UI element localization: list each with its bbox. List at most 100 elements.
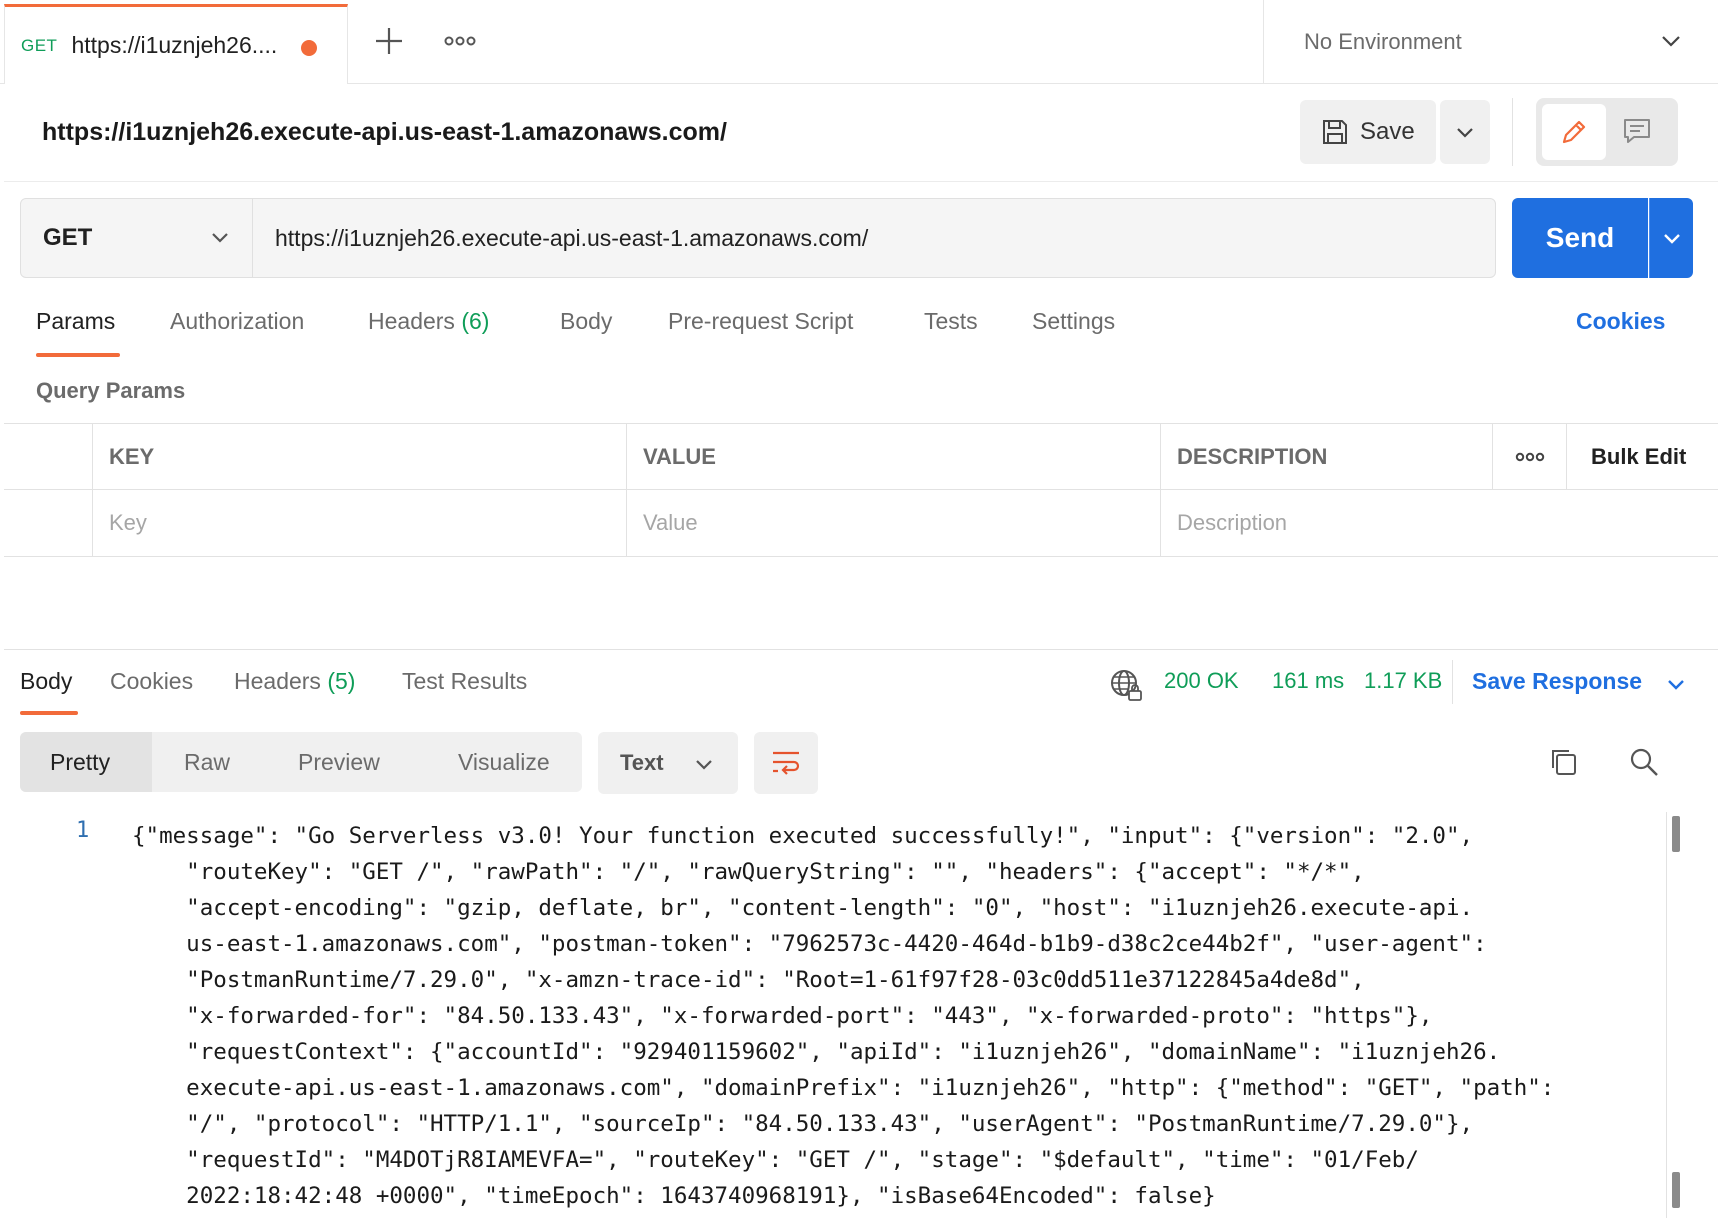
view-visualize[interactable]: Visualize [458, 732, 550, 792]
view-mode-segment: Pretty Raw Preview Visualize [20, 732, 582, 792]
format-select[interactable]: Text [598, 732, 738, 794]
description-input[interactable]: Description [1160, 490, 1718, 556]
column-header-key: KEY [92, 424, 626, 490]
response-tab-headers-label: Headers [234, 668, 321, 694]
response-time[interactable]: 161 ms [1272, 668, 1344, 694]
url-input[interactable]: https://i1uznjeh26.execute-api.us-east-1… [253, 199, 1495, 277]
value-input[interactable]: Value [626, 490, 1160, 556]
chevron-down-icon [696, 760, 712, 770]
request-tabs: Params Authorization Headers (6) Body Pr… [36, 308, 1676, 358]
wrap-lines-button[interactable] [754, 732, 818, 794]
code-line: "accept-encoding": "gzip, deflate, br", … [132, 895, 1474, 921]
response-tab-test-results[interactable]: Test Results [402, 668, 527, 695]
more-tabs-icon[interactable] [444, 34, 476, 48]
response-tab-headers-count: (5) [327, 668, 356, 694]
save-response-button[interactable]: Save Response [1472, 668, 1642, 695]
scrollbar-thumb[interactable] [1672, 816, 1680, 852]
chevron-down-icon [1664, 234, 1680, 244]
code-line: 2022:18:42:48 +0000", "timeEpoch": 16437… [132, 1183, 1216, 1209]
method-value: GET [43, 224, 93, 251]
bulk-edit-button[interactable]: Bulk Edit [1566, 424, 1718, 490]
code-line: "requestContext": {"accountId": "9294011… [132, 1039, 1501, 1065]
response-tab-body[interactable]: Body [20, 668, 72, 695]
response-tab-headers[interactable]: Headers (5) [234, 668, 355, 695]
response-divider [4, 649, 1718, 650]
code-line: execute-api.us-east-1.amazonaws.com", "d… [132, 1075, 1555, 1101]
tab-title: https://i1uznjeh26.... [71, 32, 278, 58]
environment-select[interactable]: No Environment [1263, 0, 1718, 84]
tab-settings[interactable]: Settings [1032, 308, 1115, 335]
query-params-title: Query Params [36, 378, 186, 403]
code-line: {"message": "Go Serverless v3.0! Your fu… [132, 823, 1474, 849]
view-preview[interactable]: Preview [298, 732, 380, 792]
search-icon[interactable] [1628, 746, 1660, 778]
chevron-down-icon [212, 233, 228, 243]
query-params-table: KEY VALUE DESCRIPTION Bulk Edit Key Valu… [4, 423, 1718, 557]
code-line: "requestId": "M4DOTjR8IAMEVFA=", "routeK… [132, 1147, 1419, 1173]
response-tabs: Body Cookies Headers (5) Test Results [20, 668, 580, 708]
tab-headers-label: Headers [368, 308, 455, 334]
tab-tests[interactable]: Tests [924, 308, 978, 335]
url-bar: GET https://i1uznjeh26.execute-api.us-ea… [20, 198, 1496, 278]
column-header-value: VALUE [626, 424, 1160, 490]
send-options-button[interactable] [1649, 198, 1693, 278]
divider [1512, 98, 1513, 166]
request-name[interactable]: https://i1uznjeh26.execute-api.us-east-1… [42, 118, 727, 147]
method-select[interactable]: GET [21, 199, 253, 277]
chevron-down-icon [1662, 36, 1680, 47]
response-body-code[interactable]: {"message": "Go Serverless v3.0! Your fu… [132, 818, 1662, 1214]
tab-method: GET [21, 35, 58, 55]
save-label: Save [1360, 118, 1415, 145]
comment-icon[interactable] [1622, 116, 1652, 146]
code-line: "x-forwarded-for": "84.50.133.43", "x-fo… [132, 1003, 1433, 1029]
mode-toggle [1536, 98, 1678, 166]
save-options-button[interactable] [1440, 100, 1490, 164]
format-value: Text [620, 750, 664, 775]
response-size[interactable]: 1.17 KB [1364, 668, 1442, 694]
pencil-icon [1562, 120, 1586, 144]
chevron-down-icon[interactable] [1666, 678, 1686, 692]
request-header: https://i1uznjeh26.execute-api.us-east-1… [4, 84, 1718, 182]
save-icon [1323, 120, 1347, 144]
response-body-editor[interactable]: 1 {"message": "Go Serverless v3.0! Your … [4, 812, 1674, 1218]
tab-params[interactable]: Params [36, 308, 115, 335]
table-row: Key Value Description [4, 490, 1718, 556]
environment-label: No Environment [1304, 29, 1462, 54]
wrap-lines-icon [773, 751, 800, 775]
tab-body[interactable]: Body [560, 308, 612, 335]
tab-headers-count: (6) [461, 308, 490, 334]
save-button[interactable]: Save [1300, 100, 1436, 164]
code-line: "/", "protocol": "HTTP/1.1", "sourceIp":… [132, 1111, 1474, 1137]
cookies-link[interactable]: Cookies [1576, 308, 1665, 335]
scrollbar[interactable] [1666, 812, 1680, 1218]
key-input[interactable]: Key [92, 490, 626, 556]
line-number: 1 [76, 818, 90, 843]
table-options-button[interactable] [1492, 424, 1566, 490]
view-raw[interactable]: Raw [184, 732, 230, 792]
view-pretty[interactable]: Pretty [20, 732, 152, 792]
new-tab-plus-icon[interactable] [372, 24, 406, 58]
table-header-row: KEY VALUE DESCRIPTION Bulk Edit [4, 424, 1718, 490]
tab-pre-request-script[interactable]: Pre-request Script [668, 308, 853, 335]
response-status[interactable]: 200 OK [1164, 668, 1239, 694]
divider [1452, 660, 1453, 704]
code-line: "PostmanRuntime/7.29.0", "x-amzn-trace-i… [132, 967, 1365, 993]
active-tab-indicator [36, 353, 120, 357]
scrollbar-thumb[interactable] [1672, 1172, 1680, 1208]
edit-mode-button[interactable] [1542, 104, 1606, 160]
code-line: us-east-1.amazonaws.com", "postman-token… [132, 931, 1487, 957]
request-tab[interactable]: GET https://i1uznjeh26.... [4, 4, 348, 84]
response-tab-cookies[interactable]: Cookies [110, 668, 193, 695]
active-response-tab-indicator [20, 711, 78, 715]
copy-icon[interactable] [1548, 746, 1580, 778]
tab-authorization[interactable]: Authorization [170, 308, 304, 335]
chevron-down-icon [1457, 128, 1473, 138]
send-button[interactable]: Send [1512, 198, 1648, 278]
tab-bar: GET https://i1uznjeh26.... No Environmen… [0, 0, 1718, 84]
unsaved-dot-icon [301, 40, 317, 56]
column-header-description: DESCRIPTION [1160, 424, 1492, 490]
tab-headers[interactable]: Headers (6) [368, 308, 489, 335]
globe-lock-icon[interactable] [1108, 667, 1144, 703]
code-line: "routeKey": "GET /", "rawPath": "/", "ra… [132, 859, 1365, 885]
more-icon [1515, 452, 1545, 462]
